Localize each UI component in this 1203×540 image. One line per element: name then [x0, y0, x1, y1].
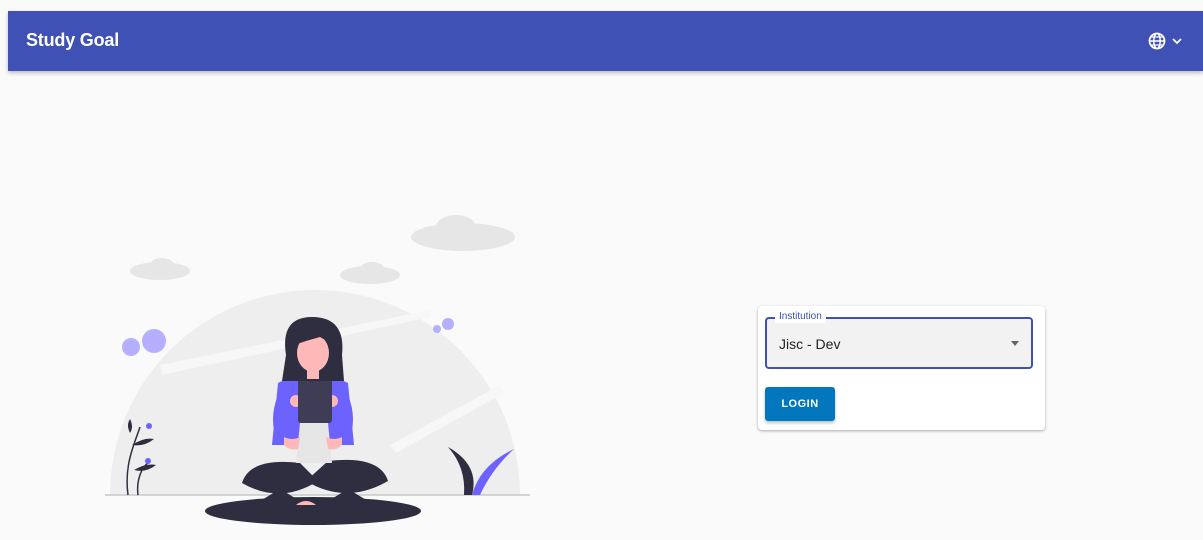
- institution-label: Institution: [775, 311, 826, 323]
- app-bar: Study Goal: [8, 11, 1203, 71]
- person-reading-illustration: [100, 205, 540, 535]
- login-button[interactable]: LOGIN: [765, 387, 835, 421]
- illustration-graphic: [105, 215, 530, 525]
- dropdown-arrow-icon: [1011, 341, 1019, 346]
- app-title: Study Goal: [26, 30, 120, 50]
- institution-select[interactable]: Institution Jisc - Dev: [765, 311, 1033, 369]
- login-card: Institution Jisc - Dev LOGIN: [758, 306, 1045, 430]
- chevron-down-icon: [1172, 38, 1182, 45]
- globe-icon: [1148, 32, 1166, 50]
- language-menu-button[interactable]: [1147, 29, 1183, 53]
- institution-value: Jisc - Dev: [779, 336, 841, 352]
